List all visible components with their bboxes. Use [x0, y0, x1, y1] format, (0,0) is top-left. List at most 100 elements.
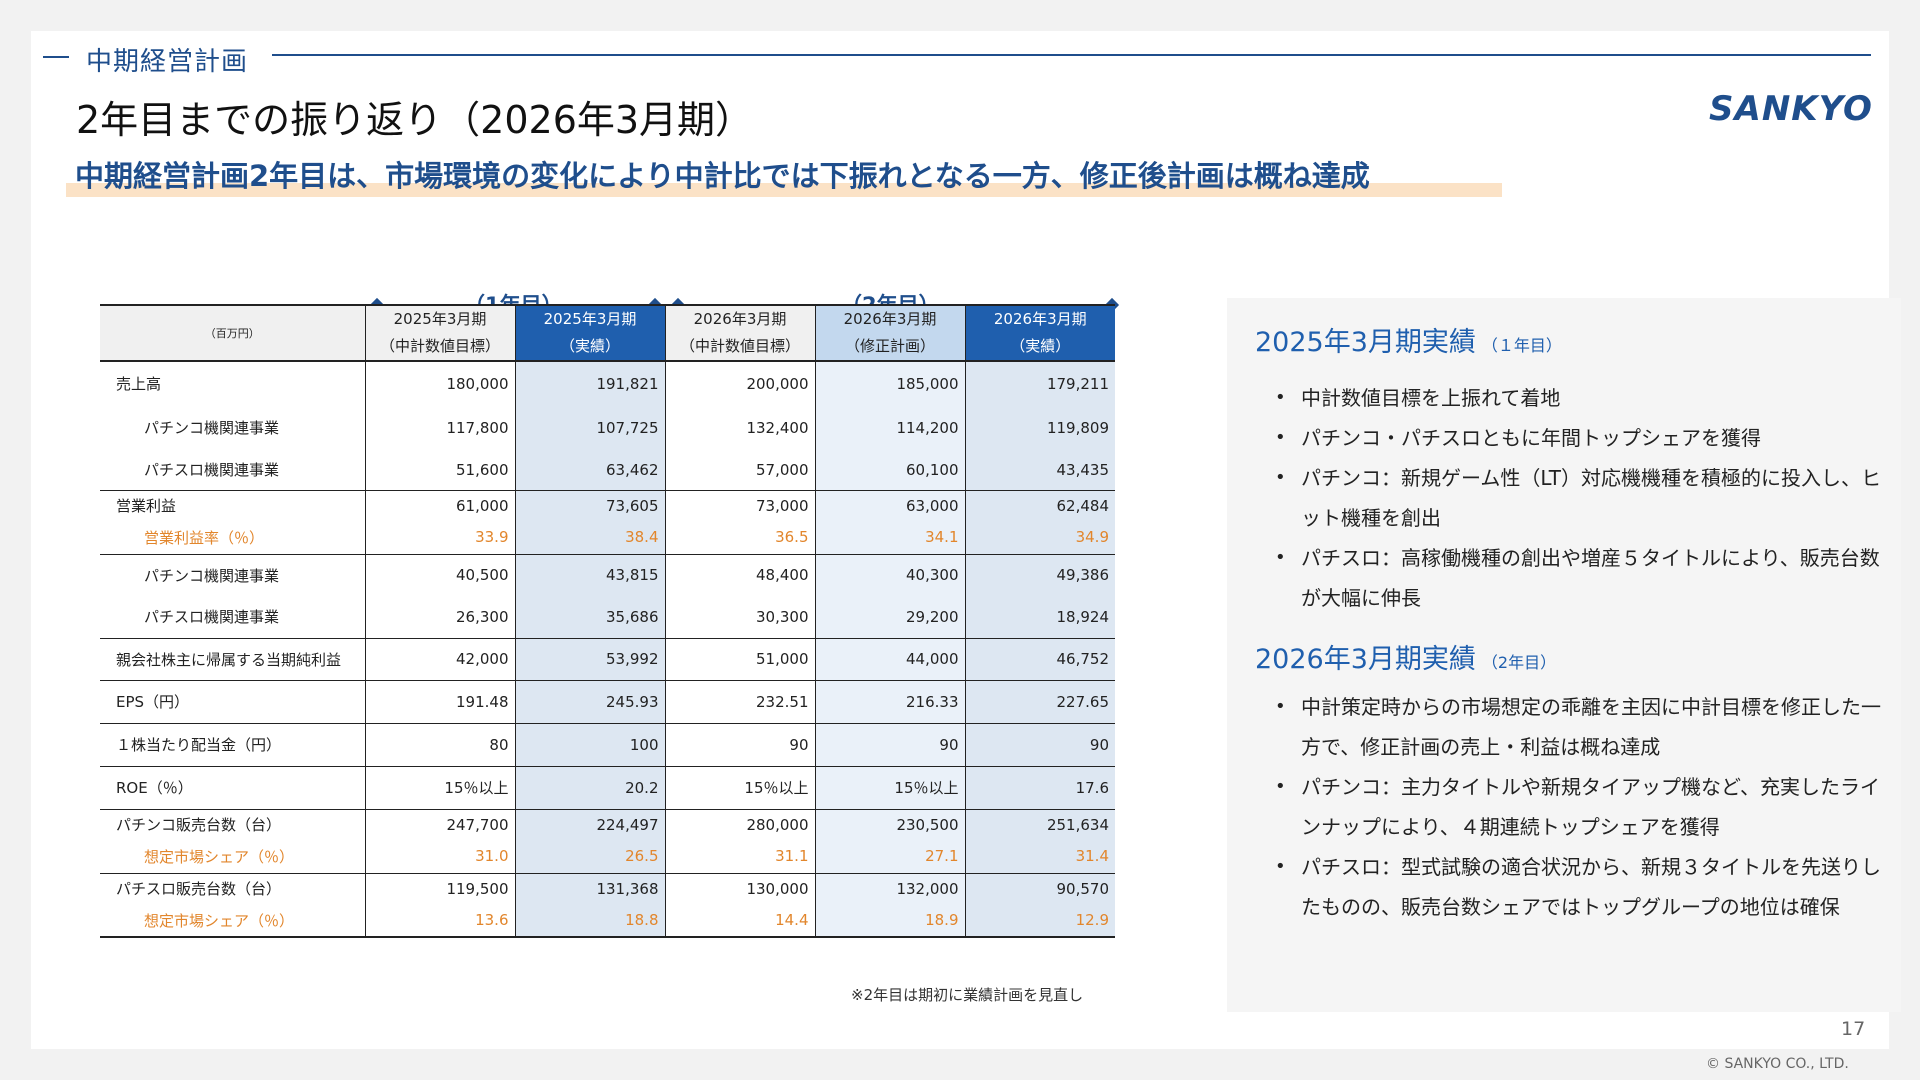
table-cell: 230,500	[814, 809, 965, 840]
table-cell: 40,500	[364, 554, 515, 596]
section-label: 中期経営計画	[86, 47, 249, 77]
company-logo: SANKYO	[1709, 89, 1873, 129]
copyright: © SANKYO CO., LTD.	[1706, 1056, 1849, 1072]
table-cell: 34.1	[814, 521, 965, 555]
slide: 中期経営計画 2年目までの振り返り（2026年3月期） SANKYO 中期経営計…	[31, 31, 1901, 1049]
table-cell: 44,000	[814, 638, 965, 681]
table-row: 想定市場シェア（％） 31.0 26.5 31.1 27.1 31.4	[100, 840, 1115, 874]
page-title: 2年目までの振り返り（2026年3月期）	[76, 98, 754, 142]
table-row: パチンコ機関連事業 40,500 43,815 48,400 40,300 49,386	[100, 554, 1115, 596]
table-cell: 247,700	[364, 809, 515, 840]
row-label: 売上高	[116, 375, 162, 393]
table-cell: 90	[814, 723, 965, 767]
table-cell: 17.6	[964, 766, 1115, 810]
table-cell: 232.51	[664, 680, 815, 724]
table-row: 営業利益率（％） 33.9 38.4 36.5 34.1 34.9	[100, 521, 1115, 555]
table-cell: 15％以上	[664, 766, 815, 810]
table-cell: 224,497	[514, 809, 665, 840]
column-header: 2026年3月期 （中計数値目標）	[664, 304, 815, 362]
row-label: １株当たり配当金（円）	[100, 723, 365, 767]
summary-list-year1: 中計数値目標を上振れて着地パチンコ・パチスロともに年間トップシェアを獲得パチンコ…	[1275, 378, 1885, 618]
table-cell: 36.5	[664, 521, 815, 555]
page-number: 17	[1841, 1018, 1866, 1040]
table-cell: 15％以上	[814, 766, 965, 810]
table-cell: 63,462	[514, 450, 665, 491]
table-cell: 100	[514, 723, 665, 767]
row-label: パチンコ機関連事業	[144, 566, 280, 585]
table-cell: 40,300	[814, 554, 965, 596]
table-cell: 245.93	[514, 680, 665, 724]
table-cell: 251,634	[964, 809, 1115, 840]
table-cell: 34.9	[964, 521, 1115, 555]
table-cell: 26,300	[364, 596, 515, 639]
table-row: パチスロ機関連事業 26,300 35,686 30,300 29,200 18,924	[100, 596, 1115, 639]
summary-panel: 2025年3月期実績（１年目） 中計数値目標を上振れて着地パチンコ・パチスロとも…	[1227, 298, 1901, 1012]
row-label: 営業利益率（％）	[100, 521, 365, 555]
row-label: パチスロ機関連事業	[100, 596, 365, 639]
table-row: パチスロ機関連事業 51,600 63,462 57,000 60,100 43,435	[100, 450, 1115, 491]
table-row: ROE（％） 15％以上 20.2 15％以上 15％以上 17.6	[100, 766, 1115, 810]
table-cell: 180,000	[364, 361, 515, 405]
summary-bullet: パチスロ：型式試験の適合状況から、新規３タイトルを先送りしたものの、販売台数シェ…	[1275, 847, 1885, 927]
row-label: ROE（％）	[100, 766, 365, 810]
column-header: 2025年3月期 （実績）	[514, 304, 665, 362]
table-row: １株当たり配当金（円） 80 100 90 90 90	[100, 723, 1115, 767]
table-cell: 280,000	[664, 809, 815, 840]
table-cell: 130,000	[664, 873, 815, 904]
table-row: パチンコ機関連事業 117,800 107,725 132,400 114,200 119…	[100, 405, 1115, 450]
table-row: パチスロ販売台数（台） 119,500 131,368 130,000 132,000 9…	[100, 873, 1115, 904]
table-cell: 63,000	[814, 490, 965, 521]
table-cell: 51,000	[664, 638, 815, 681]
summary-bullet: 中計策定時からの市場想定の乖離を主因に中計目標を修正した一方で、修正計画の売上・…	[1275, 687, 1885, 767]
table-cell: 119,500	[364, 873, 515, 904]
section-rule-right	[272, 54, 1871, 56]
row-label: パチスロ販売台数（台）	[116, 880, 282, 899]
summary-bullet: パチンコ：主力タイトルや新規タイアップ機など、充実したラインナップにより、４期連…	[1275, 767, 1885, 847]
headline-block: 中期経営計画2年目は、市場環境の変化により中計比では下振れとなる一方、修正後計画…	[66, 153, 1502, 199]
table-cell: 12.9	[964, 904, 1115, 938]
row-label: EPS（円）	[100, 680, 365, 724]
summary-bullet: パチンコ：新規ゲーム性（LT）対応機機種を積極的に投入し、ヒット機種を創出	[1275, 458, 1885, 538]
table-cell: 107,725	[514, 405, 665, 450]
table-cell: 131,368	[514, 873, 665, 904]
table-cell: 26.5	[514, 840, 665, 874]
table-cell: 185,000	[814, 361, 965, 405]
table-cell: 51,600	[364, 450, 515, 491]
table-cell: 13.6	[364, 904, 515, 938]
table-row: 想定市場シェア（％） 13.6 18.8 14.4 18.9 12.9	[100, 904, 1115, 938]
table-cell: 80	[364, 723, 515, 767]
table-cell: 200,000	[664, 361, 815, 405]
table-cell: 119,809	[964, 405, 1115, 450]
table-cell: 60,100	[814, 450, 965, 491]
row-label: 想定市場シェア（％）	[100, 904, 365, 938]
table-cell: 29,200	[814, 596, 965, 639]
table-cell: 30,300	[664, 596, 815, 639]
table-cell: 42,000	[364, 638, 515, 681]
summary-heading-year1: 2025年3月期実績 （１年目）	[1255, 327, 1562, 358]
table-row: パチンコ販売台数（台） 247,700 224,497 280,000 230,500 2…	[100, 809, 1115, 840]
table-row: 親会社株主に帰属する当期純利益 42,000 53,992 51,000 44,000 4…	[100, 638, 1115, 681]
table-cell: 31.4	[964, 840, 1115, 874]
table-row: 営業利益 61,000 73,605 73,000 63,000 62,484	[100, 490, 1115, 521]
summary-bullet: 中計数値目標を上振れて着地	[1275, 378, 1885, 418]
table-cell: 33.9	[364, 521, 515, 555]
table-cell: 132,000	[814, 873, 965, 904]
column-header: 2026年3月期 （実績）	[964, 304, 1115, 362]
table-cell: 18.8	[514, 904, 665, 938]
row-label: パチンコ販売台数（台）	[116, 816, 282, 835]
table-cell: 48,400	[664, 554, 815, 596]
summary-bullet: パチンコ・パチスロともに年間トップシェアを獲得	[1275, 418, 1885, 458]
table-cell: 46,752	[964, 638, 1115, 681]
table-cell: 62,484	[964, 490, 1115, 521]
summary-heading-year2: 2026年3月期実績 （2年目）	[1255, 644, 1557, 675]
table-cell: 227.65	[964, 680, 1115, 724]
table-cell: 73,605	[514, 490, 665, 521]
table-cell: 132,400	[664, 405, 815, 450]
row-label: パチンコ機関連事業	[144, 419, 280, 437]
table-row: EPS（円） 191.48 245.93 232.51 216.33 227.65	[100, 680, 1115, 724]
table-cell: 191,821	[514, 361, 665, 405]
table-cell: 90,570	[964, 873, 1115, 904]
row-label: 親会社株主に帰属する当期純利益	[100, 638, 365, 681]
table-cell: 14.4	[664, 904, 815, 938]
table-cell: 117,800	[364, 405, 515, 450]
